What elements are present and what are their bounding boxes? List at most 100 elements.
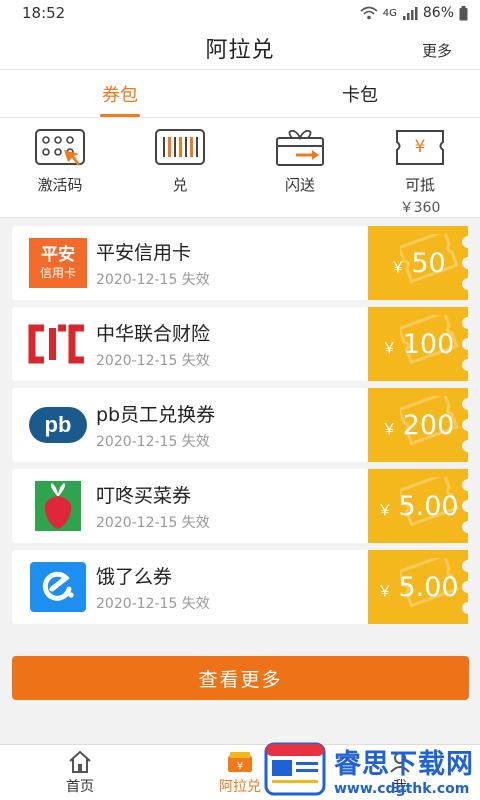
coupon-value: ￥ 5.00 — [377, 572, 458, 603]
logo-text: pb — [44, 412, 72, 437]
ticket-notch — [462, 440, 468, 452]
logo-text: 平安 — [41, 245, 75, 265]
nav-home[interactable]: 首页 — [0, 745, 160, 800]
nav-label: 首页 — [66, 778, 94, 795]
action-deductible[interactable]: ¥ 可抵 ￥360 — [360, 118, 480, 217]
coupon-card[interactable]: pb pb员工兑换券 2020-12-15 失效 ￥ 200 — [12, 388, 468, 462]
coupon-amount: 5.00 — [398, 571, 459, 603]
coupon-name: 叮咚买菜券 — [96, 484, 192, 507]
watermark-logo-icon — [264, 742, 326, 796]
ticket-notch — [462, 338, 468, 350]
coupon-card[interactable]: 中华联合财险 2020-12-15 失效 ￥ 100 — [12, 307, 468, 381]
coupon-value-panel: ￥ 100 — [368, 307, 468, 381]
pingan-logo: 平安 信用卡 — [28, 238, 88, 288]
ticket-notch — [462, 479, 468, 491]
status-icons: 4G 86% — [360, 5, 468, 21]
eleme-logo — [28, 562, 88, 612]
action-redeem[interactable]: 兑 — [120, 118, 240, 217]
home-icon — [69, 750, 91, 773]
action-activation-code[interactable]: 激活码 — [0, 118, 120, 217]
nav-label: 阿拉兑 — [219, 778, 261, 795]
coupon-expiry: 2020-12-15 失效 — [96, 271, 210, 288]
coupon-info-panel: 叮咚买菜券 2020-12-15 失效 — [12, 469, 368, 543]
cic-logo — [28, 319, 88, 369]
coupon-info-panel: 中华联合财险 2020-12-15 失效 — [12, 307, 368, 381]
site-watermark: 睿思下载网 www.cdgthk.com — [262, 738, 480, 800]
coupon-card[interactable]: 平安 信用卡 平安信用卡 2020-12-15 失效 ￥ 50 — [12, 226, 468, 300]
coupon-amount: 5.00 — [398, 490, 459, 522]
dingdong-logo — [28, 481, 88, 531]
coupon-amount: 100 — [402, 328, 455, 360]
action-label: 闪送 — [284, 176, 315, 194]
quick-actions: 激活码 兑 闪送 ¥ 可抵 ￥360 — [0, 118, 480, 218]
coupon-card[interactable]: 饿了么券 2020-12-15 失效 ￥ 5.00 — [12, 550, 468, 624]
coupon-amount: 50 — [411, 247, 446, 279]
action-flash-send[interactable]: 闪送 — [240, 118, 360, 217]
action-label: 兑 — [172, 176, 188, 194]
yen-symbol: ￥ — [377, 500, 393, 519]
coupon-value: ￥ 100 — [382, 329, 455, 360]
coupon-name: 平安信用卡 — [96, 241, 192, 264]
activation-code-icon — [35, 129, 85, 166]
coupon-value: ￥ 200 — [382, 410, 455, 441]
coupon-value-panel: ￥ 5.00 — [368, 550, 468, 624]
coupon-value-panel: ￥ 5.00 — [368, 469, 468, 543]
coupon-value: ￥ 50 — [390, 248, 445, 279]
title-bar: 阿拉兑 更多 — [0, 26, 480, 70]
status-time: 18:52 — [22, 4, 66, 22]
svg-text:¥: ¥ — [415, 137, 426, 157]
coupon-info-panel: pb pb员工兑换券 2020-12-15 失效 — [12, 388, 368, 462]
more-link[interactable]: 更多 — [422, 40, 452, 61]
tab-cards[interactable]: 卡包 — [240, 70, 480, 117]
ticket-notch — [462, 500, 468, 512]
coupon-name: 饿了么券 — [96, 565, 173, 588]
barcode-icon — [155, 129, 205, 165]
ticket-notch — [462, 398, 468, 410]
page-title: 阿拉兑 — [205, 37, 275, 63]
ticket-notch — [462, 236, 468, 248]
ticket-notch — [462, 419, 468, 431]
action-label: 激活码 — [37, 176, 83, 194]
ticket-notch — [462, 521, 468, 533]
ticket-notch — [462, 317, 468, 329]
ticket-notch — [462, 581, 468, 593]
yen-symbol: ￥ — [381, 338, 397, 357]
ticket-notch — [462, 278, 468, 290]
logo-text: 信用卡 — [39, 266, 76, 280]
coupon-amount: 200 — [402, 409, 455, 441]
coupon-name: pb员工兑换券 — [96, 403, 216, 426]
wifi-icon — [360, 6, 378, 20]
coupon-value-panel: ￥ 200 — [368, 388, 468, 462]
coupon-expiry: 2020-12-15 失效 — [96, 595, 210, 612]
action-label: 可抵 — [404, 176, 435, 194]
svg-text:¥: ¥ — [237, 761, 243, 772]
network-type: 4G — [382, 7, 397, 19]
coupon-expiry: 2020-12-15 失效 — [96, 352, 210, 369]
tab-bar: 券包 卡包 — [0, 70, 480, 118]
coupon-info-panel: 饿了么券 2020-12-15 失效 — [12, 550, 368, 624]
ticket-notch — [462, 560, 468, 572]
yen-symbol: ￥ — [377, 581, 393, 600]
coupon-card[interactable]: 叮咚买菜券 2020-12-15 失效 ￥ 5.00 — [12, 469, 468, 543]
yen-ticket-icon: ¥ — [396, 130, 444, 165]
coupon-value-panel: ￥ 50 — [368, 226, 468, 300]
battery-percent: 86% — [422, 5, 454, 21]
pb-logo: pb — [28, 400, 88, 450]
signal-icon — [402, 7, 418, 20]
coupon-info-panel: 平安 信用卡 平安信用卡 2020-12-15 失效 — [12, 226, 368, 300]
watermark-url: www.cdgthk.com — [334, 780, 470, 797]
coupon-value: ￥ 5.00 — [377, 491, 458, 522]
tab-coupons[interactable]: 券包 — [0, 70, 240, 117]
yen-symbol: ￥ — [390, 257, 406, 276]
battery-icon — [459, 5, 468, 20]
ticket-notch — [462, 602, 468, 614]
coupon-expiry: 2020-12-15 失效 — [96, 433, 210, 450]
deductible-amount: ￥360 — [399, 200, 441, 216]
wallet-icon: ¥ — [228, 751, 252, 772]
coupon-list: 平安 信用卡 平安信用卡 2020-12-15 失效 ￥ 50 中华联合财险 2… — [0, 218, 480, 624]
view-more-button[interactable]: 查看更多 — [12, 656, 469, 700]
yen-symbol: ￥ — [381, 419, 397, 438]
coupon-name: 中华联合财险 — [96, 322, 211, 345]
status-bar: 18:52 4G 86% — [0, 0, 480, 26]
gift-send-icon — [276, 129, 324, 166]
